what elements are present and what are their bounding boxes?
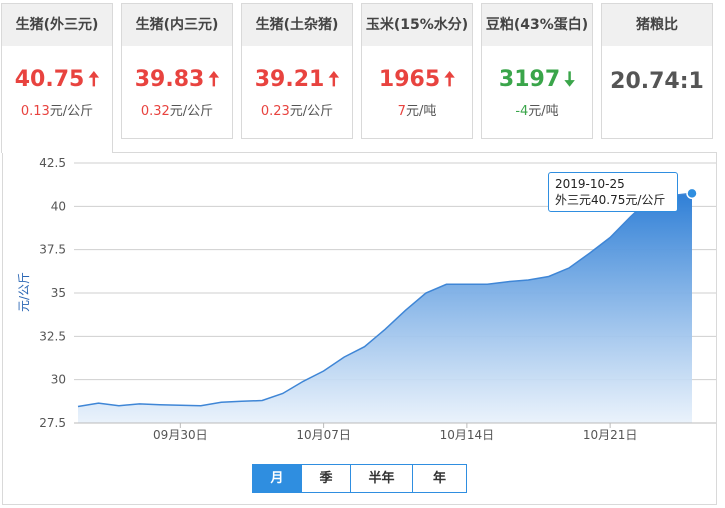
card-change: 0.32元/公斤	[122, 103, 232, 121]
price-value: 40.75	[14, 67, 85, 92]
card-price: 3197 🠇	[482, 66, 592, 93]
arrow-up-icon: 🠅	[444, 67, 456, 91]
period-month-button[interactable]: 月	[253, 465, 302, 492]
tooltip-text: 外三元40.75元/公斤	[555, 193, 666, 207]
change-unit: 元/吨	[405, 104, 437, 119]
change-value: 7	[397, 104, 406, 119]
change-unit: 元/公斤	[289, 104, 334, 119]
price-value: 3197	[498, 67, 561, 92]
change-value: 0.23	[260, 104, 290, 119]
arrow-down-icon: 🠇	[564, 67, 576, 91]
card-title: 生猪(外三元)	[2, 4, 112, 46]
change-unit: 元/公斤	[49, 104, 94, 119]
card-change: 0.23元/公斤	[242, 103, 352, 121]
card-title: 玉米(15%水分)	[362, 4, 472, 46]
card-pig-grain-ratio[interactable]: 猪粮比 20.74:1	[601, 3, 713, 139]
arrow-up-icon: 🠅	[88, 67, 100, 91]
card-change: -4元/吨	[482, 103, 592, 121]
card-title: 生猪(土杂猪)	[242, 4, 352, 46]
price-value: 39.83	[134, 67, 205, 92]
price-value: 1965	[378, 67, 441, 92]
card-price: 39.83 🠅	[122, 66, 232, 93]
card-corn[interactable]: 玉米(15%水分) 1965 🠅 7元/吨	[361, 3, 473, 139]
period-season-button[interactable]: 季	[302, 465, 351, 492]
change-value: 0.32	[140, 104, 170, 119]
card-change: 0.13元/公斤	[2, 103, 112, 121]
arrow-up-icon: 🠅	[328, 67, 340, 91]
change-unit: 元/吨	[528, 104, 559, 119]
arrow-up-icon: 🠅	[208, 67, 220, 91]
period-half-year-button[interactable]: 半年	[351, 465, 413, 492]
tooltip-date: 2019-10-25	[555, 177, 625, 191]
change-value: -4	[515, 104, 529, 119]
period-switcher: 月 季 半年 年	[252, 464, 467, 493]
price-value: 39.21	[254, 67, 325, 92]
card-pig-local[interactable]: 生猪(土杂猪) 39.21 🠅 0.23元/公斤	[241, 3, 353, 139]
card-title: 生猪(内三元)	[122, 4, 232, 46]
card-price: 39.21 🠅	[242, 66, 352, 93]
card-title: 豆粕(43%蛋白)	[482, 4, 592, 46]
card-change: 7元/吨	[362, 103, 472, 121]
card-soymeal[interactable]: 豆粕(43%蛋白) 3197 🠇 -4元/吨	[481, 3, 593, 139]
card-price: 1965 🠅	[362, 66, 472, 93]
card-price: 40.75 🠅	[2, 66, 112, 93]
ratio-value: 20.74:1	[610, 69, 704, 94]
change-unit: 元/公斤	[169, 104, 214, 119]
price-cards: 生猪(外三元) 40.75 🠅 0.13元/公斤 生猪(内三元) 39.83 🠅 0…	[0, 3, 725, 153]
change-value: 0.13	[20, 104, 50, 119]
card-pig-inner[interactable]: 生猪(内三元) 39.83 🠅 0.32元/公斤	[121, 3, 233, 139]
chart-tooltip: 2019-10-25 外三元40.75元/公斤	[548, 172, 678, 212]
card-pig-outer[interactable]: 生猪(外三元) 40.75 🠅 0.13元/公斤	[1, 3, 113, 153]
card-title: 猪粮比	[602, 4, 712, 46]
period-year-button[interactable]: 年	[413, 465, 466, 492]
